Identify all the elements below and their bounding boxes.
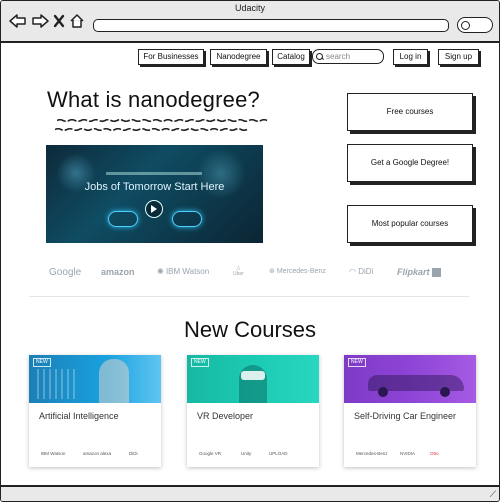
- partner-name: DiDi: [129, 451, 138, 456]
- placeholder-text-line: [57, 119, 268, 122]
- browser-window: Udacity For Businesses Nanodegree Catalo…: [0, 0, 500, 502]
- back-arrow-icon[interactable]: [9, 14, 27, 28]
- partner-name: IBM Watson: [41, 451, 66, 456]
- signup-button[interactable]: Sign up: [438, 49, 479, 65]
- course-card-ai[interactable]: NEW Artificial Intelligence IBM Watson a…: [29, 355, 161, 467]
- resize-handle-icon[interactable]: ⟋: [490, 489, 496, 500]
- partner-name: NVIDIA: [400, 451, 416, 456]
- free-courses-button[interactable]: Free courses: [347, 93, 473, 131]
- course-card-self-driving[interactable]: NEW Self-Driving Car Engineer Mercedes-B…: [344, 355, 476, 467]
- partner-logos: Google amazon ✺ IBM Watson △ Uber ⊛ Merce…: [47, 265, 451, 283]
- for-businesses-button[interactable]: For Businesses: [138, 49, 204, 65]
- new-courses-heading: New Courses: [183, 317, 317, 342]
- course-title: Self-Driving Car Engineer: [354, 411, 457, 421]
- popular-courses-button[interactable]: Most popular courses: [347, 205, 473, 243]
- course-title: VR Developer: [197, 411, 254, 421]
- window-title: Udacity: [234, 3, 265, 13]
- mercedes-logo: ⊛ Mercedes-Benz: [269, 268, 326, 275]
- browser-search-icon[interactable]: [457, 17, 493, 33]
- section-divider: [29, 296, 469, 297]
- course-image: NEW: [344, 355, 476, 403]
- amazon-logo: amazon: [101, 267, 135, 277]
- home-icon[interactable]: [69, 14, 85, 28]
- play-icon[interactable]: [145, 200, 163, 218]
- hero-headline: What is nanodegree?: [47, 87, 260, 112]
- flipkart-logo: Flipkart: [397, 267, 442, 278]
- top-navigation: For Businesses Nanodegree Catalog search…: [1, 49, 499, 67]
- new-badge: NEW: [191, 358, 209, 367]
- new-badge: NEW: [33, 358, 51, 367]
- catalog-button[interactable]: Catalog: [272, 49, 310, 65]
- site-search-input[interactable]: search: [312, 49, 384, 64]
- dashboard-dial: [172, 211, 202, 227]
- dashboard-dial: [108, 211, 138, 227]
- forward-arrow-icon[interactable]: [31, 14, 49, 28]
- placeholder-text-line: [55, 128, 248, 131]
- partner-name: UPLOAD: [269, 451, 288, 456]
- new-badge: NEW: [348, 358, 366, 367]
- login-button[interactable]: Log in: [393, 49, 428, 65]
- partner-name: Google VR: [199, 451, 222, 456]
- video-title: Jobs of Tomorrow Start Here: [84, 181, 225, 193]
- search-placeholder: search: [326, 52, 351, 61]
- didi-logo: ◠ DiDi: [349, 267, 374, 276]
- course-title: Artificial Intelligence: [39, 411, 119, 421]
- browser-titlebar: Udacity: [1, 1, 499, 43]
- browser-statusbar: ⟋: [1, 485, 499, 501]
- course-image: NEW: [187, 355, 319, 403]
- close-stop-icon[interactable]: [53, 14, 65, 28]
- course-image: NEW: [29, 355, 161, 403]
- google-degree-button[interactable]: Get a Google Degree!: [347, 144, 473, 182]
- hero-video[interactable]: Jobs of Tomorrow Start Here: [46, 145, 263, 243]
- partner-name: Mercedes-Benz: [356, 451, 388, 456]
- address-bar[interactable]: [93, 19, 449, 32]
- nanodegree-button[interactable]: Nanodegree: [210, 49, 267, 65]
- uber-logo: △ Uber: [233, 265, 244, 277]
- partner-name: Unity: [241, 451, 252, 456]
- partner-name: amazon alexa: [83, 451, 112, 456]
- partner-name: Otto: [430, 451, 439, 456]
- ibm-watson-logo: ✺ IBM Watson: [157, 267, 210, 276]
- google-logo: Google: [49, 267, 82, 278]
- course-card-vr[interactable]: NEW VR Developer Google VR Unity UPLOAD: [187, 355, 319, 467]
